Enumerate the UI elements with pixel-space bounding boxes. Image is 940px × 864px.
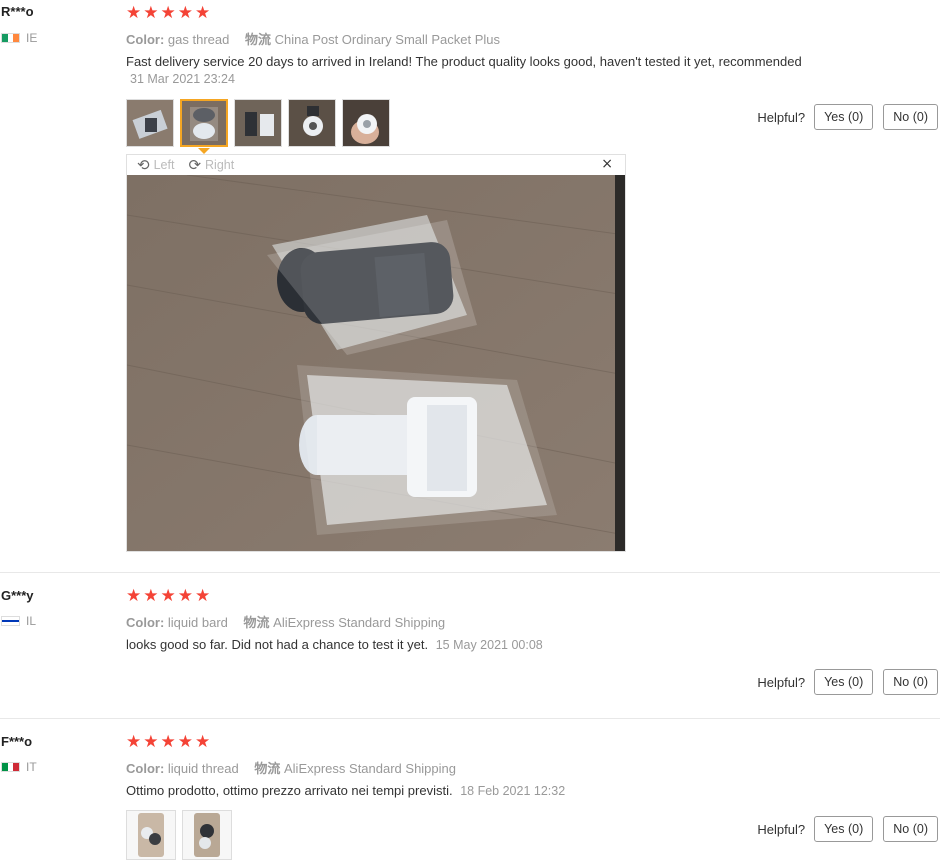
star-icon: ★: [177, 732, 193, 752]
photo-image: [183, 811, 231, 859]
shipping-label: 物流: [243, 615, 270, 630]
shipping-value: AliExpress Standard Shipping: [273, 615, 446, 630]
review-meta: Color: gas thread 物流 China Post Ordinary…: [126, 29, 500, 48]
rotate-right-label: Right: [205, 158, 235, 172]
photo-thumbnail[interactable]: [234, 99, 282, 147]
color-value: liquid thread: [167, 761, 239, 776]
review-date: 31 Mar 2021 23:24: [130, 72, 235, 86]
star-icon: ★: [143, 732, 159, 752]
flag-il-icon: [1, 616, 20, 626]
no-button[interactable]: No (0): [883, 669, 938, 695]
helpful-votes: Helpful? Yes (0) No (0): [757, 816, 938, 842]
review-content: Ottimo prodotto, ottimo prezzo arrivato …: [126, 783, 565, 798]
photo-image: [127, 100, 173, 146]
photo-thumbnail[interactable]: [182, 810, 232, 860]
review-text: looks good so far. Did not had a chance …: [126, 637, 429, 652]
star-icon: ★: [143, 586, 159, 606]
photo-thumbnail[interactable]: [342, 99, 390, 147]
country-code: IL: [26, 614, 37, 628]
photo-viewer-image: [127, 175, 625, 551]
review-content: looks good so far. Did not had a chance …: [126, 637, 543, 652]
star-rating: ★ ★ ★ ★ ★: [126, 588, 210, 605]
no-button[interactable]: No (0): [883, 816, 938, 842]
star-icon: ★: [195, 586, 211, 606]
shipping-value: AliExpress Standard Shipping: [284, 761, 456, 776]
photo-thumbnails: [126, 810, 232, 860]
helpful-label: Helpful?: [757, 674, 806, 690]
review-1: R***o IE ★ ★ ★ ★ ★ Color: gas thread 物流 …: [0, 0, 940, 570]
rotate-left-icon: ⟲: [137, 156, 150, 174]
yes-button[interactable]: Yes (0): [814, 104, 874, 130]
star-icon: ★: [177, 586, 193, 606]
photo-viewer-toolbar: ⟲ Left ⟳ Right ×: [127, 155, 625, 175]
color-value: gas thread: [167, 32, 230, 47]
photo-thumbnails: [126, 99, 390, 147]
reviewer-country: IT: [1, 760, 37, 774]
helpful-votes: Helpful? Yes (0) No (0): [757, 669, 938, 695]
photo-thumbnail[interactable]: [126, 810, 176, 860]
shipping-value: China Post Ordinary Small Packet Plus: [274, 32, 501, 47]
rotate-right-button[interactable]: ⟳ Right: [188, 156, 235, 174]
review-3: F***o IT ★ ★ ★ ★ ★ Color: liquid thread …: [0, 719, 940, 864]
review-meta: Color: liquid bard 物流 AliExpress Standar…: [126, 612, 445, 631]
review-date: 18 Feb 2021 12:32: [460, 784, 566, 798]
rotate-left-label: Left: [153, 158, 175, 172]
helpful-label: Helpful?: [757, 821, 806, 837]
color-label: Color:: [126, 615, 165, 630]
country-code: IE: [26, 31, 38, 45]
reviewer-name: R***o: [1, 4, 34, 19]
photo-image: [127, 811, 175, 859]
star-icon: ★: [160, 732, 176, 752]
photo-thumbnail-selected[interactable]: [180, 99, 228, 147]
review-date: 15 May 2021 00:08: [435, 638, 543, 652]
photo-image: [182, 101, 226, 145]
no-button[interactable]: No (0): [883, 104, 938, 130]
shipping-label: 物流: [244, 32, 271, 47]
reviewer-name: F***o: [1, 734, 33, 749]
reviewer-country: IL: [1, 614, 36, 628]
star-icon: ★: [195, 3, 211, 23]
star-icon: ★: [195, 732, 211, 752]
star-icon: ★: [126, 3, 142, 23]
photo-image: [235, 100, 281, 146]
rotate-right-icon: ⟳: [188, 156, 202, 174]
yes-button[interactable]: Yes (0): [814, 816, 874, 842]
star-icon: ★: [126, 732, 142, 752]
star-icon: ★: [160, 586, 176, 606]
color-label: Color:: [126, 32, 165, 47]
photo-thumbnail[interactable]: [288, 99, 336, 147]
yes-button[interactable]: Yes (0): [814, 669, 874, 695]
photo-image: [343, 100, 389, 146]
star-icon: ★: [143, 3, 159, 23]
reviewer-name: G***y: [1, 588, 34, 603]
star-icon: ★: [126, 586, 142, 606]
country-code: IT: [26, 760, 37, 774]
helpful-votes: Helpful? Yes (0) No (0): [757, 104, 938, 130]
flag-it-icon: [1, 762, 20, 772]
flag-ie-icon: [1, 33, 20, 43]
rotate-left-button[interactable]: ⟲ Left: [137, 156, 175, 174]
review-2: G***y IL ★ ★ ★ ★ ★ Color: liquid bard 物流…: [0, 573, 940, 718]
close-icon[interactable]: ×: [601, 156, 613, 172]
photo-viewer: ⟲ Left ⟳ Right ×: [126, 154, 626, 552]
shipping-label: 物流: [254, 761, 281, 776]
star-rating: ★ ★ ★ ★ ★: [126, 5, 210, 22]
review-meta: Color: liquid thread 物流 AliExpress Stand…: [126, 758, 456, 777]
color-label: Color:: [126, 761, 165, 776]
photo-image: [289, 100, 335, 146]
review-text: Fast delivery service 20 days to arrived…: [126, 54, 802, 69]
star-rating: ★ ★ ★ ★ ★: [126, 734, 210, 751]
review-text: Ottimo prodotto, ottimo prezzo arrivato …: [126, 783, 453, 798]
star-icon: ★: [177, 3, 193, 23]
color-value: liquid bard: [167, 615, 228, 630]
photo-thumbnail[interactable]: [126, 99, 174, 147]
star-icon: ★: [160, 3, 176, 23]
helpful-label: Helpful?: [757, 109, 806, 125]
reviewer-country: IE: [1, 31, 37, 45]
